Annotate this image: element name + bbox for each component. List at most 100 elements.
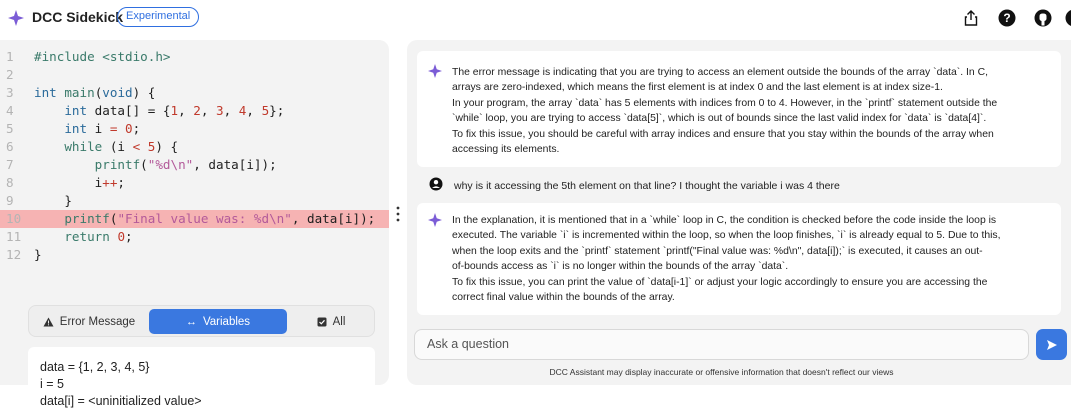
assistant-message-text: In the explanation, it is mentioned that… xyxy=(452,213,1001,305)
assistant-message: In the explanation, it is mentioned that… xyxy=(417,203,1061,315)
svg-text:?: ? xyxy=(1003,11,1010,25)
code-token: , xyxy=(246,103,261,118)
arrows-icon: ↔ xyxy=(186,316,197,328)
code-token: int xyxy=(64,121,87,136)
line-number: 9 xyxy=(0,192,34,210)
tab-all-label: All xyxy=(333,316,346,328)
line-number: 5 xyxy=(0,120,34,138)
code-token xyxy=(117,121,125,136)
code-token: , xyxy=(224,103,239,118)
variable-line: data[i] = <uninitialized value> xyxy=(40,393,375,410)
tab-variables-label: Variables xyxy=(203,316,250,328)
code-token xyxy=(34,121,64,136)
disclaimer-text: DCC Assistant may display inaccurate or … xyxy=(414,367,1029,377)
assistant-avatar-icon xyxy=(428,213,442,227)
code-token: (i xyxy=(102,139,132,154)
line-number: 2 xyxy=(0,66,34,84)
code-token: , xyxy=(178,103,193,118)
tab-error-message[interactable]: Error Message xyxy=(34,309,144,334)
line-number: 8 xyxy=(0,174,34,192)
app-header: DCC Sidekick Experimental ? xyxy=(0,0,1071,36)
question-input[interactable]: Ask a question xyxy=(414,329,1029,360)
code-token xyxy=(34,211,64,226)
code-line: 9 } xyxy=(0,192,389,210)
variable-line: data = {1, 2, 3, 4, 5} xyxy=(40,359,375,376)
tab-error-label: Error Message xyxy=(60,316,135,328)
line-number: 4 xyxy=(0,102,34,120)
code-token: 3 xyxy=(216,103,224,118)
code-line: 7 printf("%d\n", data[i]); xyxy=(0,156,389,174)
code-token: , xyxy=(201,103,216,118)
code-token: ) { xyxy=(155,139,178,154)
tab-all[interactable]: All xyxy=(291,309,371,334)
code-token: , data[i]); xyxy=(193,157,276,172)
line-number: 7 xyxy=(0,156,34,174)
code-token: #include xyxy=(34,49,95,64)
code-token: ++ xyxy=(102,175,117,190)
code-token: }; xyxy=(269,103,284,118)
code-token xyxy=(140,139,148,154)
debug-tabs: Error Message ↔ Variables All xyxy=(28,305,375,337)
more-options-icon[interactable] xyxy=(394,205,402,223)
code-token: } xyxy=(34,193,72,208)
code-token: printf xyxy=(95,157,141,172)
code-line: 3int main(void) { xyxy=(0,84,389,102)
code-line: 4 int data[] = {1, 2, 3, 4, 5}; xyxy=(0,102,389,120)
code-token: ( xyxy=(140,157,148,172)
github-icon[interactable] xyxy=(1033,8,1053,28)
user-avatar-icon xyxy=(429,177,443,191)
code-line: 1#include <stdio.h> xyxy=(0,48,389,66)
experimental-badge: Experimental xyxy=(117,7,199,27)
code-token: ; xyxy=(133,121,141,136)
code-token: ) { xyxy=(133,85,156,100)
assistant-message-text: The error message is indicating that you… xyxy=(452,65,997,157)
line-number: 10 xyxy=(0,210,34,228)
code-token: main xyxy=(64,85,94,100)
sparkle-logo-icon xyxy=(8,10,24,26)
code-token: <stdio.h> xyxy=(102,49,170,64)
code-token: data[] = { xyxy=(87,103,170,118)
code-token xyxy=(34,229,64,244)
code-line: 12} xyxy=(0,246,389,264)
checkbox-icon xyxy=(317,317,327,327)
code-line: 2 xyxy=(0,66,389,84)
code-token xyxy=(34,103,64,118)
circle-icon[interactable] xyxy=(1063,8,1071,28)
code-token: while xyxy=(64,139,102,154)
code-token: } xyxy=(34,247,42,262)
code-line: 5 int i = 0; xyxy=(0,120,389,138)
code-token: "Final value was: %d\n" xyxy=(117,211,291,226)
line-number: 12 xyxy=(0,246,34,264)
code-line: 6 while (i < 5) { xyxy=(0,138,389,156)
code-token: i xyxy=(87,121,110,136)
code-token: i xyxy=(34,175,102,190)
code-token: int xyxy=(34,85,57,100)
code-token: , data[i]); xyxy=(292,211,375,226)
assistant-message: The error message is indicating that you… xyxy=(417,51,1061,167)
code-token: "%d\n" xyxy=(148,157,194,172)
code-token: ; xyxy=(117,175,125,190)
code-line: 11 return 0; xyxy=(0,228,389,246)
share-icon[interactable] xyxy=(961,8,981,28)
code-editor[interactable]: 1#include <stdio.h>23int main(void) {4 i… xyxy=(0,48,389,264)
send-button[interactable] xyxy=(1036,329,1067,360)
code-token: 0 xyxy=(117,229,125,244)
user-message: why is it accessing the 5th element on t… xyxy=(454,180,840,192)
app-title: DCC Sidekick xyxy=(32,9,123,25)
code-token: printf xyxy=(64,211,110,226)
code-token: 0 xyxy=(125,121,133,136)
assistant-avatar-icon xyxy=(428,64,442,78)
code-token: ; xyxy=(125,229,133,244)
code-panel: 1#include <stdio.h>23int main(void) {4 i… xyxy=(0,40,389,385)
line-number: 11 xyxy=(0,228,34,246)
code-line: 8 i++; xyxy=(0,174,389,192)
code-token xyxy=(34,139,64,154)
tab-variables[interactable]: ↔ Variables xyxy=(149,309,287,334)
send-icon xyxy=(1046,339,1058,351)
line-number: 3 xyxy=(0,84,34,102)
code-token: 2 xyxy=(193,103,201,118)
help-icon[interactable]: ? xyxy=(997,8,1017,28)
code-token: return xyxy=(64,229,110,244)
code-token xyxy=(34,157,95,172)
code-token: void xyxy=(102,85,132,100)
